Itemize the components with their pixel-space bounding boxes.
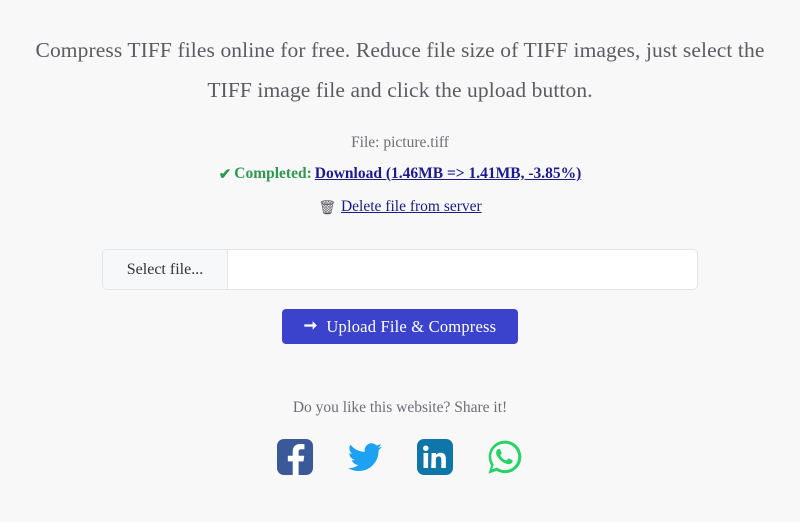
facebook-icon (277, 439, 313, 476)
download-link[interactable]: Download (1.46MB => 1.41MB, -3.85%) (315, 165, 582, 182)
upload-button-label: Upload File & Compress (326, 316, 497, 336)
twitter-icon (348, 443, 382, 472)
arrow-right-icon: ➞ (303, 317, 318, 334)
upload-button-wrap: ➞ Upload File & Compress (0, 309, 800, 344)
share-linkedin-button[interactable] (416, 438, 454, 476)
share-whatsapp-button[interactable] (486, 438, 524, 476)
file-name-label: File: picture.tiff (351, 134, 449, 151)
share-facebook-button[interactable] (276, 438, 314, 476)
linkedin-icon (417, 439, 453, 475)
file-status-block: File: picture.tiff ✔ Completed: Download (… (0, 132, 800, 220)
share-twitter-button[interactable] (346, 438, 384, 476)
upload-file-compress-button[interactable]: ➞ Upload File & Compress (281, 309, 519, 344)
completed-label: Completed: (234, 165, 312, 182)
file-name-input[interactable] (228, 250, 697, 289)
page-root: Compress TIFF files online for free. Red… (0, 0, 800, 522)
share-icon-list (0, 438, 800, 476)
select-file-button[interactable]: Select file... (103, 250, 228, 289)
delete-file-row: 🗑 Delete file from server (0, 196, 800, 220)
share-prompt: Do you like this website? Share it! (292, 399, 508, 416)
trash-icon: 🗑 (318, 201, 337, 216)
check-icon: ✔ (218, 167, 232, 183)
delete-file-link[interactable]: Delete file from server (341, 198, 482, 215)
page-title: Compress TIFF files online for free. Red… (35, 38, 765, 102)
whatsapp-icon (488, 440, 522, 474)
completed-status-row: ✔ Completed: Download (1.46MB => 1.41MB, -… (0, 163, 800, 186)
file-picker-row: Select file... (102, 249, 698, 290)
